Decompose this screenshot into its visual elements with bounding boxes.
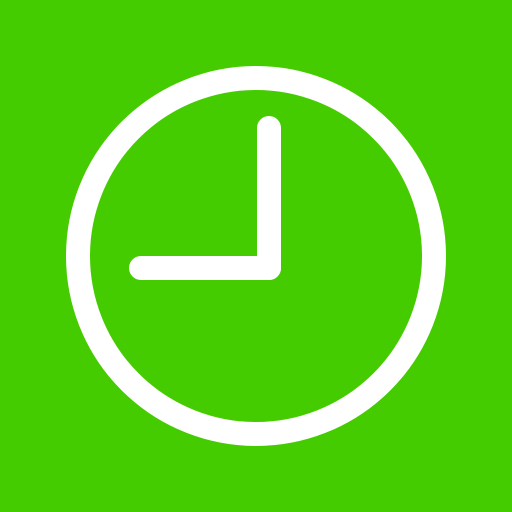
clock-icon <box>66 66 446 446</box>
clock-app-icon[interactable] <box>0 0 512 512</box>
